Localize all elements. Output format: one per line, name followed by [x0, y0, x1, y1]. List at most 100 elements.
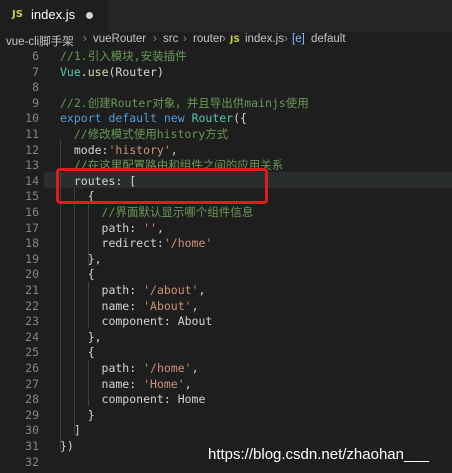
code-token: redirect: [60, 236, 164, 251]
code-line[interactable]: 23 component: About [0, 313, 452, 329]
line-number: 22 [25, 298, 39, 313]
line-number: 27 [25, 376, 39, 391]
chevron-right-icon: › [183, 33, 187, 45]
code-text: component: Home [60, 391, 206, 407]
line-number: 11 [25, 127, 39, 141]
code-line[interactable]: 26 path: '/home', [0, 360, 452, 376]
chevron-right-icon: › [83, 33, 87, 45]
line-number: 10 [25, 111, 39, 126]
code-token: (Router) [108, 64, 164, 79]
code-line[interactable]: 22 name: 'About', [0, 298, 452, 314]
code-token: ({ [233, 111, 247, 126]
code-line[interactable]: 8 [0, 79, 452, 95]
code-text: ] [60, 422, 81, 438]
code-text: Vue.use(Router) [60, 64, 164, 80]
code-text: }, [60, 251, 102, 267]
line-number: 20 [25, 267, 39, 282]
line-number: 14 [25, 173, 39, 188]
line-number: 32 [25, 454, 39, 469]
code-token: export default [60, 111, 164, 126]
code-text: export default new Router({ [60, 110, 247, 126]
breadcrumb-item[interactable]: vueRouter [93, 33, 146, 45]
code-token: //修改模式使用history方式 [60, 127, 229, 141]
code-line[interactable]: 16 //界面默认显示哪个组件信息 [0, 204, 452, 220]
code-token: } [60, 407, 95, 422]
code-token: , [191, 298, 199, 313]
line-number: 21 [25, 283, 39, 297]
code-editor[interactable]: 6 //1.引入模块,安装插件 7 Vue.use(Router) 8 9 //2.创建Ro… [0, 48, 452, 473]
line-number: 17 [25, 220, 39, 235]
unsaved-dot-icon[interactable] [86, 12, 93, 19]
code-token: , [191, 361, 199, 375]
code-text: } [60, 407, 95, 423]
code-token: , [156, 220, 164, 235]
code-token: '/about' [143, 283, 199, 297]
code-line[interactable]: 30 ] [0, 422, 452, 438]
code-line[interactable]: 21 path: '/about', [0, 282, 452, 298]
code-token: //界面默认显示哪个组件信息 [60, 205, 254, 219]
code-line[interactable]: 29 } [0, 407, 452, 423]
code-line[interactable]: 25 { [0, 344, 452, 360]
code-text: name: 'Home', [60, 376, 192, 392]
breadcrumb-item[interactable]: router [193, 33, 223, 45]
code-line[interactable]: 7 Vue.use(Router) [0, 64, 452, 80]
code-token: 'About' [143, 298, 192, 313]
code-token: { [60, 267, 95, 282]
line-number: 18 [25, 236, 39, 251]
watermark-text: https://blog.csdn.net/zhaohan___ [208, 446, 430, 463]
line-number: 24 [25, 329, 39, 344]
line-number: 13 [25, 158, 39, 173]
code-text: { [60, 344, 95, 360]
code-token: '' [143, 220, 157, 235]
code-line[interactable]: 24 }, [0, 329, 452, 345]
line-number: 7 [32, 64, 39, 79]
code-token: component: About [60, 314, 213, 329]
code-token: Router [191, 111, 234, 126]
line-number: 8 [32, 80, 39, 95]
code-line[interactable]: 12 mode:'history', [0, 142, 452, 158]
code-token: Vue [60, 64, 81, 79]
code-token: . [80, 64, 88, 79]
code-line[interactable]: 10 export default new Router({ [0, 110, 452, 126]
line-number: 6 [32, 49, 39, 63]
code-token: mode: [60, 142, 109, 157]
line-number: 31 [25, 439, 39, 453]
breadcrumb-symbol[interactable]: default [311, 33, 346, 45]
line-number: 12 [25, 142, 39, 157]
code-line[interactable]: 27 name: 'Home', [0, 376, 452, 392]
chevron-right-icon: › [284, 33, 288, 45]
breadcrumb-file[interactable]: index.js [245, 33, 284, 45]
code-line[interactable]: 9 //2.创建Router对象，并且导出供mainjs使用 [0, 95, 452, 111]
code-token: component: Home [60, 392, 206, 407]
code-line[interactable]: 17 path: '', [0, 220, 452, 236]
line-number: 28 [25, 392, 39, 407]
code-token: 'history' [108, 142, 171, 157]
code-line[interactable]: 6 //1.引入模块,安装插件 [0, 48, 452, 64]
line-number: 25 [25, 345, 39, 360]
variable-symbol-icon: [e] [292, 33, 305, 45]
code-line[interactable]: 19 }, [0, 251, 452, 267]
tab-index-js[interactable]: JS index.js [0, 0, 108, 32]
code-text: }, [60, 329, 102, 345]
code-line[interactable]: 18 redirect:'/home' [0, 235, 452, 251]
code-text: //修改模式使用history方式 [60, 126, 228, 142]
code-text: mode:'history', [60, 142, 178, 158]
code-text: name: 'About', [60, 298, 199, 314]
tab-bar: JS index.js [0, 0, 452, 32]
code-token: , [170, 142, 178, 157]
line-number: 15 [25, 189, 39, 204]
code-token: , [184, 376, 192, 391]
code-line[interactable]: 11 //修改模式使用history方式 [0, 126, 452, 142]
breadcrumb-item[interactable]: src [163, 33, 178, 45]
code-text: redirect:'/home' [60, 235, 213, 251]
line-number: 29 [25, 407, 39, 422]
code-text: //1.引入模块,安装插件 [60, 48, 187, 64]
code-line[interactable]: 20 { [0, 266, 452, 282]
line-number: 26 [25, 361, 39, 375]
code-token: path: [60, 283, 144, 297]
chevron-right-icon: › [153, 33, 157, 45]
code-token: }) [60, 439, 74, 453]
code-line[interactable]: 28 component: Home [0, 391, 452, 407]
breadcrumb-item[interactable]: vue-cli脚手架 [6, 33, 74, 49]
line-number: 9 [32, 95, 39, 110]
